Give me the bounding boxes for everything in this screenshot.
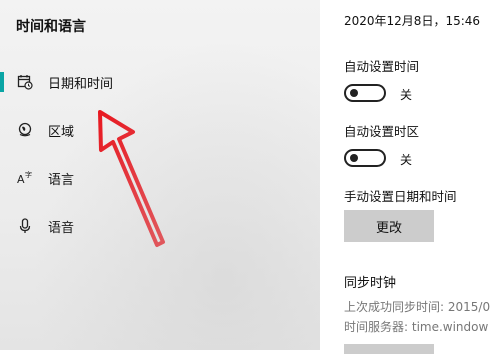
current-datetime: 2020年12月8日，15:46 — [344, 14, 481, 28]
auto-timezone-state: 关 — [400, 153, 413, 167]
microphone-icon — [17, 218, 33, 234]
auto-timezone-label: 自动设置时区 — [344, 124, 420, 139]
auto-timezone-toggle[interactable] — [344, 149, 386, 167]
sidebar-item-label: 区域 — [48, 124, 75, 140]
sidebar: 时间和语言 日期和时间 区域 A 字 语言 语音 — [0, 0, 320, 350]
auto-time-state: 关 — [400, 88, 413, 102]
auto-time-label: 自动设置时间 — [344, 59, 420, 74]
settings-panel: 2020年12月8日，15:46 自动设置时间 关 自动设置时区 关 手动设置日… — [320, 0, 500, 354]
sidebar-item-label: 日期和时间 — [48, 76, 114, 92]
toggle-knob — [350, 89, 358, 97]
sidebar-item-language[interactable]: A 字 语言 — [0, 158, 320, 198]
change-button[interactable]: 更改 — [344, 210, 434, 242]
sync-clock-heading: 同步时钟 — [344, 276, 397, 291]
manual-datetime-label: 手动设置日期和时间 — [344, 189, 457, 204]
last-sync-text: 上次成功同步时间: 2015/0 — [344, 300, 491, 314]
sidebar-item-speech[interactable]: 语音 — [0, 206, 320, 246]
sidebar-item-label: 语言 — [48, 172, 75, 188]
time-server-text: 时间服务器: time.window — [344, 320, 489, 334]
sidebar-item-region[interactable]: 区域 — [0, 110, 320, 150]
language-icon: A 字 — [17, 170, 33, 186]
globe-icon — [17, 122, 33, 138]
selected-indicator — [0, 72, 4, 92]
auto-time-toggle[interactable] — [344, 84, 386, 102]
sidebar-item-date-time[interactable]: 日期和时间 — [0, 62, 320, 102]
sidebar-item-label: 语音 — [48, 220, 75, 236]
page-title: 时间和语言 — [16, 19, 86, 35]
svg-text:字: 字 — [25, 170, 32, 179]
calendar-clock-icon — [17, 74, 33, 90]
toggle-knob — [350, 154, 358, 162]
svg-text:A: A — [17, 173, 25, 186]
sync-now-button[interactable] — [344, 344, 434, 354]
